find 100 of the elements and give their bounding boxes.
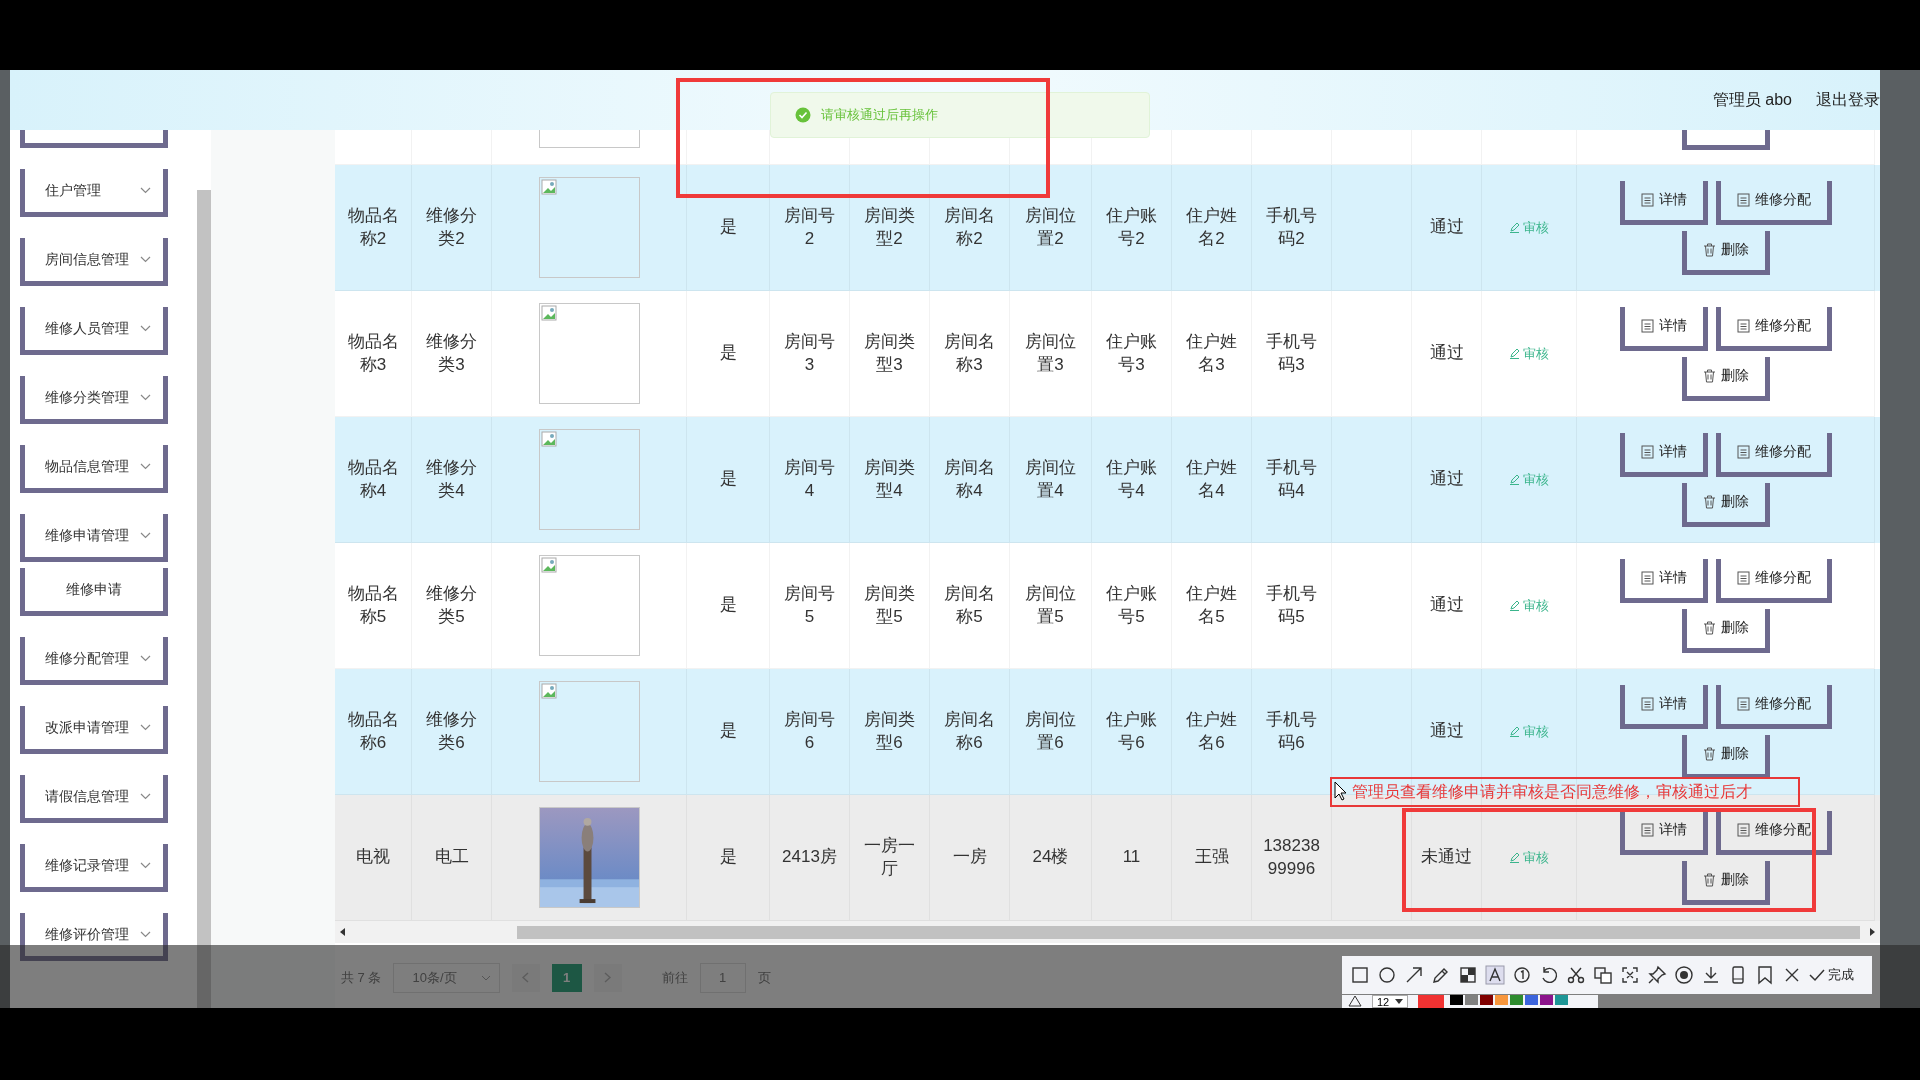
logout-link[interactable]: 退出登录 bbox=[1816, 89, 1880, 111]
chevron-down-icon bbox=[140, 187, 151, 194]
details-button[interactable]: 详情 bbox=[1619, 810, 1708, 855]
document-icon bbox=[1736, 571, 1750, 585]
assign-button[interactable]: 维修分配 bbox=[1715, 432, 1832, 477]
record-icon[interactable] bbox=[1674, 965, 1694, 985]
menu-item[interactable]: 房间信息管理 bbox=[20, 238, 168, 286]
caret-down-icon bbox=[1395, 999, 1404, 1004]
assign-button[interactable]: 维修分配 bbox=[1715, 306, 1832, 351]
document-icon bbox=[1736, 319, 1750, 333]
color-swatch[interactable] bbox=[1450, 995, 1464, 1005]
trash-icon bbox=[1702, 873, 1716, 887]
crop-icon[interactable] bbox=[1620, 965, 1640, 985]
table-row[interactable]: 物品名称4 维修分类4 是 房间号4 房间类型4 房间名称4 房间位置4 住户账号4 住户姓名4 手机号码4 通过 审核 详情 维修分配 删除 bbox=[335, 417, 1880, 543]
total-count: 共 7 条 bbox=[341, 968, 382, 987]
document-icon bbox=[1736, 697, 1750, 711]
scissors-icon[interactable] bbox=[1566, 965, 1586, 985]
details-button[interactable]: 详情 bbox=[1619, 558, 1708, 603]
document-icon bbox=[1640, 823, 1654, 837]
pin-icon[interactable] bbox=[1647, 965, 1667, 985]
menu-item[interactable]: 住户管理 bbox=[20, 169, 168, 217]
menu-item[interactable]: 维修分类管理 bbox=[20, 376, 168, 424]
broken-image-icon bbox=[540, 557, 557, 573]
scroll-bar[interactable] bbox=[197, 190, 211, 1008]
assign-button[interactable]: 维修分配 bbox=[1715, 558, 1832, 603]
rectangle-icon[interactable] bbox=[1350, 965, 1370, 985]
check-icon bbox=[1809, 968, 1825, 982]
mosaic-icon[interactable] bbox=[1458, 965, 1478, 985]
chevron-down-icon bbox=[480, 974, 491, 981]
delete-button[interactable]: 删除 bbox=[1681, 482, 1770, 527]
circle-icon[interactable] bbox=[1377, 965, 1397, 985]
font-size-select[interactable]: 12 bbox=[1372, 995, 1409, 1008]
text-icon[interactable] bbox=[1485, 965, 1505, 985]
menu-item[interactable]: 维修记录管理 bbox=[20, 844, 168, 892]
download-icon[interactable] bbox=[1701, 965, 1721, 985]
button[interactable] bbox=[1681, 130, 1770, 150]
menu-item[interactable]: 维修分配管理 bbox=[20, 637, 168, 685]
pencil-icon bbox=[1509, 474, 1520, 485]
color-swatch[interactable] bbox=[1495, 995, 1509, 1005]
assign-button[interactable]: 维修分配 bbox=[1715, 684, 1832, 729]
scroll-right-icon[interactable] bbox=[1868, 927, 1876, 937]
document-icon bbox=[1736, 445, 1750, 459]
chevron-down-icon bbox=[140, 862, 151, 869]
toast-message: 请审核通过后再操作 bbox=[770, 92, 1150, 138]
details-button[interactable]: 详情 bbox=[1619, 684, 1708, 729]
triangle-icon bbox=[1348, 995, 1362, 1007]
details-button[interactable]: 详情 bbox=[1619, 306, 1708, 351]
delete-button[interactable]: 删除 bbox=[1681, 356, 1770, 401]
broken-image-icon bbox=[540, 431, 557, 447]
assign-button[interactable]: 维修分配 bbox=[1715, 180, 1832, 225]
delete-button[interactable]: 删除 bbox=[1681, 860, 1770, 905]
pencil-icon bbox=[1509, 348, 1520, 359]
bookmark-icon[interactable] bbox=[1755, 965, 1775, 985]
menu-item[interactable]: 改派申请管理 bbox=[20, 706, 168, 754]
trash-icon bbox=[1702, 369, 1716, 383]
delete-button[interactable]: 删除 bbox=[1681, 734, 1770, 779]
details-button[interactable]: 详情 bbox=[1619, 180, 1708, 225]
trash-icon bbox=[1702, 243, 1716, 257]
delete-button[interactable]: 删除 bbox=[1681, 608, 1770, 653]
document-icon bbox=[1640, 571, 1654, 585]
assign-button[interactable]: 维修分配 bbox=[1715, 810, 1832, 855]
color-swatch[interactable] bbox=[1540, 995, 1554, 1005]
details-button[interactable]: 详情 bbox=[1619, 432, 1708, 477]
chevron-down-icon bbox=[140, 394, 151, 401]
menu-item[interactable]: 维修申请管理 bbox=[20, 514, 168, 562]
menu-item[interactable] bbox=[20, 130, 168, 148]
menu-item[interactable]: 维修人员管理 bbox=[20, 307, 168, 355]
number-icon[interactable] bbox=[1512, 965, 1532, 985]
color-swatch[interactable] bbox=[1525, 995, 1539, 1005]
arrow-icon[interactable] bbox=[1404, 965, 1424, 985]
chevron-down-icon bbox=[140, 532, 151, 539]
document-icon bbox=[1736, 823, 1750, 837]
color-swatch[interactable] bbox=[1465, 995, 1479, 1005]
scroll-left-icon[interactable] bbox=[339, 927, 347, 937]
chevron-down-icon bbox=[140, 256, 151, 263]
color-swatch[interactable] bbox=[1510, 995, 1524, 1005]
chevron-down-icon bbox=[140, 724, 151, 731]
color-swatch[interactable] bbox=[1480, 995, 1494, 1005]
color-swatch[interactable] bbox=[1555, 995, 1569, 1005]
menu-item[interactable]: 请假信息管理 bbox=[20, 775, 168, 823]
delete-button[interactable]: 删除 bbox=[1681, 230, 1770, 275]
table-row[interactable]: 物品名称2 维修分类2 是 房间号2 房间类型2 房间名称2 房间位置2 住户账号2 住户姓名2 手机号码2 通过 审核 详情 维修分配 删除 bbox=[335, 165, 1880, 291]
page-suffix: 页 bbox=[757, 968, 771, 987]
menu-item[interactable]: 维修评价管理 bbox=[20, 913, 168, 961]
done-button[interactable]: 完成 bbox=[1809, 966, 1854, 984]
color-swatch[interactable] bbox=[1418, 995, 1445, 1008]
submenu-item[interactable]: 维修申请 bbox=[20, 568, 168, 616]
document-icon bbox=[1640, 445, 1654, 459]
pencil-icon bbox=[1509, 726, 1520, 737]
broken-image-icon bbox=[540, 305, 557, 321]
scroll-bar[interactable] bbox=[335, 921, 1880, 943]
chevron-down-icon bbox=[140, 325, 151, 332]
broken-image-icon bbox=[540, 179, 557, 195]
document-icon bbox=[1736, 193, 1750, 207]
document-icon bbox=[1640, 193, 1654, 207]
goto-label: 前往 bbox=[661, 968, 688, 987]
pencil-icon bbox=[1509, 600, 1520, 611]
success-icon bbox=[795, 107, 811, 123]
trash-icon bbox=[1702, 747, 1716, 761]
menu-item[interactable]: 物品信息管理 bbox=[20, 445, 168, 493]
